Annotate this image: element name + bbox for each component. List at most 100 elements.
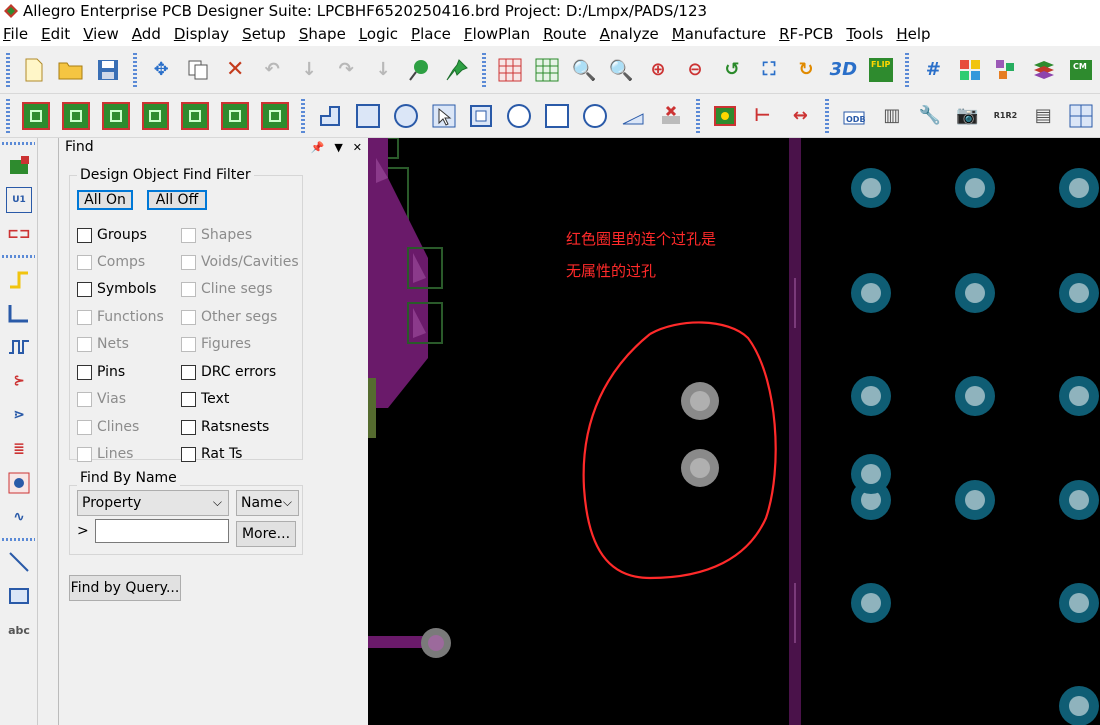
menu-analyze[interactable]: Analyze	[600, 25, 659, 43]
delay-tune-icon[interactable]	[6, 334, 32, 360]
cline-edit-icon[interactable]	[221, 101, 250, 130]
checkbox-box[interactable]	[77, 281, 92, 297]
menu-tools[interactable]: Tools	[846, 25, 883, 43]
layers-stack-icon[interactable]	[1031, 56, 1058, 84]
menu-setup[interactable]: Setup	[242, 25, 286, 43]
part-library-icon[interactable]: ▥	[878, 102, 906, 130]
menu-edit[interactable]: Edit	[41, 25, 70, 43]
place-u1-icon[interactable]: U1	[6, 187, 32, 213]
filter-text-checkbox[interactable]: Text	[181, 391, 229, 407]
all-off-button[interactable]: All Off	[147, 190, 207, 210]
dimension-environment-icon[interactable]	[711, 102, 739, 130]
checkbox-box[interactable]	[77, 364, 92, 380]
name-input[interactable]	[95, 519, 229, 543]
toolbar-grip[interactable]	[2, 538, 35, 541]
checkbox-box[interactable]	[77, 227, 92, 243]
redo-down-icon[interactable]: ↓	[370, 56, 397, 84]
pin-panel-icon[interactable]: 📌	[311, 141, 325, 154]
delete-icon[interactable]: ✕	[222, 56, 249, 84]
zoom-in-icon[interactable]: ⊕	[645, 56, 672, 84]
add-line-icon[interactable]	[6, 549, 32, 575]
pcb-canvas[interactable]: 红色圈里的连个过孔是 无属性的过孔	[368, 138, 1100, 725]
toolbar-grip[interactable]	[905, 52, 909, 87]
menu-display[interactable]: Display	[174, 25, 229, 43]
copy-icon[interactable]	[185, 56, 212, 84]
menu-rf-pcb[interactable]: RF-PCB	[779, 25, 833, 43]
void-edit-icon[interactable]	[261, 101, 289, 130]
add-connect-icon[interactable]	[6, 266, 32, 292]
void-circle-icon[interactable]	[507, 103, 532, 128]
select-shape-icon[interactable]	[430, 102, 458, 130]
panel-menu-icon[interactable]: ▼	[334, 141, 342, 154]
property-select[interactable]: Property ⌵	[77, 490, 229, 516]
place-component-icon[interactable]	[6, 153, 32, 179]
menu-file[interactable]: File	[3, 25, 28, 43]
toolbar-grip[interactable]	[2, 255, 35, 258]
menu-route[interactable]: Route	[543, 25, 587, 43]
zoom-world-icon[interactable]: ⛶	[756, 56, 783, 84]
board-view[interactable]	[368, 138, 1100, 725]
find-by-query-button[interactable]: Find by Query...	[69, 575, 181, 601]
all-on-button[interactable]: All On	[77, 190, 133, 210]
void-rectangle-icon[interactable]	[545, 103, 570, 128]
menu-help[interactable]: Help	[896, 25, 930, 43]
redo-icon[interactable]: ↷	[333, 56, 360, 84]
menu-manufacture[interactable]: Manufacture	[672, 25, 766, 43]
save-icon[interactable]	[95, 56, 122, 84]
slide-icon[interactable]	[6, 300, 32, 326]
toolbar-grip[interactable]	[695, 98, 700, 133]
boundary-edit-icon[interactable]	[181, 101, 210, 130]
checkbox-box[interactable]	[181, 446, 196, 462]
place-resistor-icon[interactable]: ⊏⊐	[6, 221, 32, 247]
pin-green-icon[interactable]	[407, 56, 434, 84]
menu-shape[interactable]: Shape	[299, 25, 346, 43]
filter-groups-checkbox[interactable]: Groups	[77, 227, 147, 243]
add-rectangle-icon[interactable]	[6, 583, 32, 609]
checkbox-box[interactable]	[181, 419, 196, 435]
redraw-icon[interactable]: ↻	[793, 56, 820, 84]
zoom-window-icon[interactable]: 🔍	[608, 56, 635, 84]
filter-rat-ts-checkbox[interactable]: Rat Ts	[181, 446, 242, 462]
shape-polygon-icon[interactable]	[316, 102, 344, 130]
shape-circle-icon[interactable]	[393, 103, 418, 128]
move-icon[interactable]: ✥	[148, 56, 175, 84]
menu-flowplan[interactable]: FlowPlan	[464, 25, 530, 43]
dimension-linear-icon[interactable]: ⊢	[748, 102, 776, 130]
custom-smooth-icon[interactable]: ⊱	[6, 368, 32, 394]
toolbar-grip[interactable]	[481, 52, 486, 87]
grid-snap-icon[interactable]	[534, 56, 561, 84]
constraint-manager-icon[interactable]: CM	[1068, 56, 1095, 84]
toolbar-grip[interactable]	[2, 142, 35, 145]
filter-ratsnests-checkbox[interactable]: Ratsnests	[181, 419, 269, 435]
filter-drc-errors-checkbox[interactable]: DRC errors	[181, 364, 276, 380]
toolbar-grip[interactable]	[825, 98, 830, 133]
menu-view[interactable]: View	[83, 25, 119, 43]
pushpin-icon[interactable]	[444, 56, 471, 84]
camera-icon[interactable]: 📷	[954, 102, 982, 130]
undo-icon[interactable]: ↶	[259, 56, 286, 84]
phase-tune-icon[interactable]: ∿	[6, 504, 32, 530]
new-file-icon[interactable]	[21, 56, 48, 84]
vertex-icon[interactable]: ⋗	[6, 402, 32, 428]
shape-rectangle-icon[interactable]	[355, 103, 380, 128]
name-select[interactable]: Name ⌵	[236, 490, 299, 516]
grid-settings-icon[interactable]: #	[920, 56, 947, 84]
bus-route-icon[interactable]: ≣	[6, 436, 32, 462]
pin-edit-icon[interactable]	[61, 101, 90, 130]
via-edit-icon[interactable]	[101, 101, 130, 130]
toolbar-grip[interactable]	[6, 98, 10, 133]
more-button[interactable]: More...	[236, 521, 296, 547]
undo-down-icon[interactable]: ↓	[296, 56, 323, 84]
manual-void-icon[interactable]	[467, 102, 495, 130]
color-palette-icon[interactable]	[957, 56, 984, 84]
checkbox-box[interactable]	[181, 391, 196, 407]
zoom-fit-icon[interactable]: 🔍	[571, 56, 598, 84]
odb-export-icon[interactable]: ODB	[840, 102, 868, 130]
menu-add[interactable]: Add	[132, 25, 161, 43]
toolbar-grip[interactable]	[301, 98, 305, 133]
menu-logic[interactable]: Logic	[359, 25, 398, 43]
close-icon[interactable]: ✕	[353, 141, 362, 154]
edit-boundary-icon[interactable]	[583, 103, 607, 128]
grid-view-icon[interactable]	[497, 56, 524, 84]
delete-islands-icon[interactable]	[619, 102, 647, 130]
